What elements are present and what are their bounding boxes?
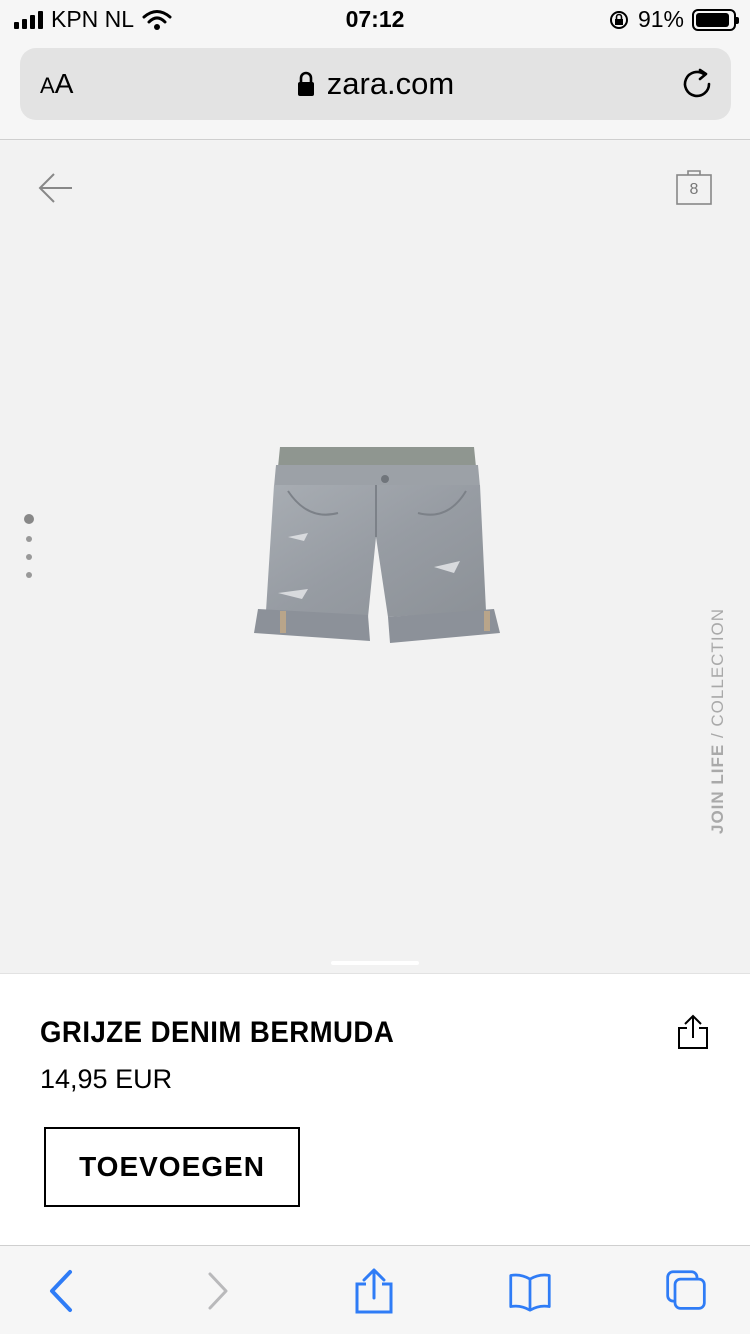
url-display[interactable]: zara.com bbox=[20, 66, 731, 102]
browser-toolbar bbox=[0, 1245, 750, 1334]
browser-share-icon[interactable] bbox=[352, 1268, 396, 1314]
tabs-icon[interactable] bbox=[664, 1268, 708, 1314]
image-pagination[interactable] bbox=[24, 514, 34, 578]
url-text: zara.com bbox=[326, 66, 455, 101]
lock-icon bbox=[297, 71, 314, 96]
pagination-dot[interactable] bbox=[24, 514, 34, 524]
battery-percent: 91% bbox=[637, 6, 684, 32]
status-right: 91% bbox=[608, 6, 739, 33]
product-info-panel: GRIJZE DENIM BERMUDA 14,95 EUR TOEVOEGEN bbox=[0, 973, 750, 1245]
product-gallery[interactable]: 8 JOIN LIFE / COLLECTION bbox=[0, 141, 750, 973]
signal-icon bbox=[14, 10, 43, 29]
collection-label-rest: / COLLECTION bbox=[708, 607, 727, 744]
swipe-handle[interactable] bbox=[331, 961, 419, 965]
wifi-icon bbox=[142, 9, 172, 30]
address-bar[interactable]: AA zara.com bbox=[20, 48, 731, 120]
product-image bbox=[254, 447, 500, 643]
pagination-dot[interactable] bbox=[26, 554, 32, 560]
reload-icon[interactable] bbox=[679, 66, 715, 102]
product-title: GRIJZE DENIM BERMUDA bbox=[40, 1016, 395, 1049]
browser-back-icon[interactable] bbox=[40, 1268, 84, 1314]
pagination-dot[interactable] bbox=[26, 572, 32, 578]
status-bar: KPN NL 07:12 91% bbox=[0, 0, 750, 40]
back-arrow-icon[interactable] bbox=[38, 171, 74, 205]
orientation-lock-icon bbox=[609, 10, 628, 29]
product-price: 14,95 EUR bbox=[40, 1064, 173, 1094]
battery-fill bbox=[696, 12, 729, 27]
bag-count: 8 bbox=[689, 181, 699, 198]
collection-label-strong: JOIN LIFE bbox=[708, 743, 727, 834]
pagination-dot[interactable] bbox=[26, 536, 32, 542]
battery-icon bbox=[692, 8, 739, 31]
shopping-bag-button[interactable]: 8 bbox=[676, 169, 712, 205]
status-left: KPN NL bbox=[14, 6, 172, 33]
collection-label: JOIN LIFE / COLLECTION bbox=[708, 608, 728, 834]
add-to-cart-button[interactable]: TOEVOEGEN bbox=[44, 1127, 300, 1207]
bookmarks-icon[interactable] bbox=[508, 1268, 552, 1314]
browser-forward-icon[interactable] bbox=[196, 1268, 240, 1314]
carrier-name: KPN NL bbox=[51, 6, 135, 32]
share-icon[interactable] bbox=[676, 1014, 710, 1050]
browser-address-area: AA zara.com bbox=[0, 40, 750, 140]
